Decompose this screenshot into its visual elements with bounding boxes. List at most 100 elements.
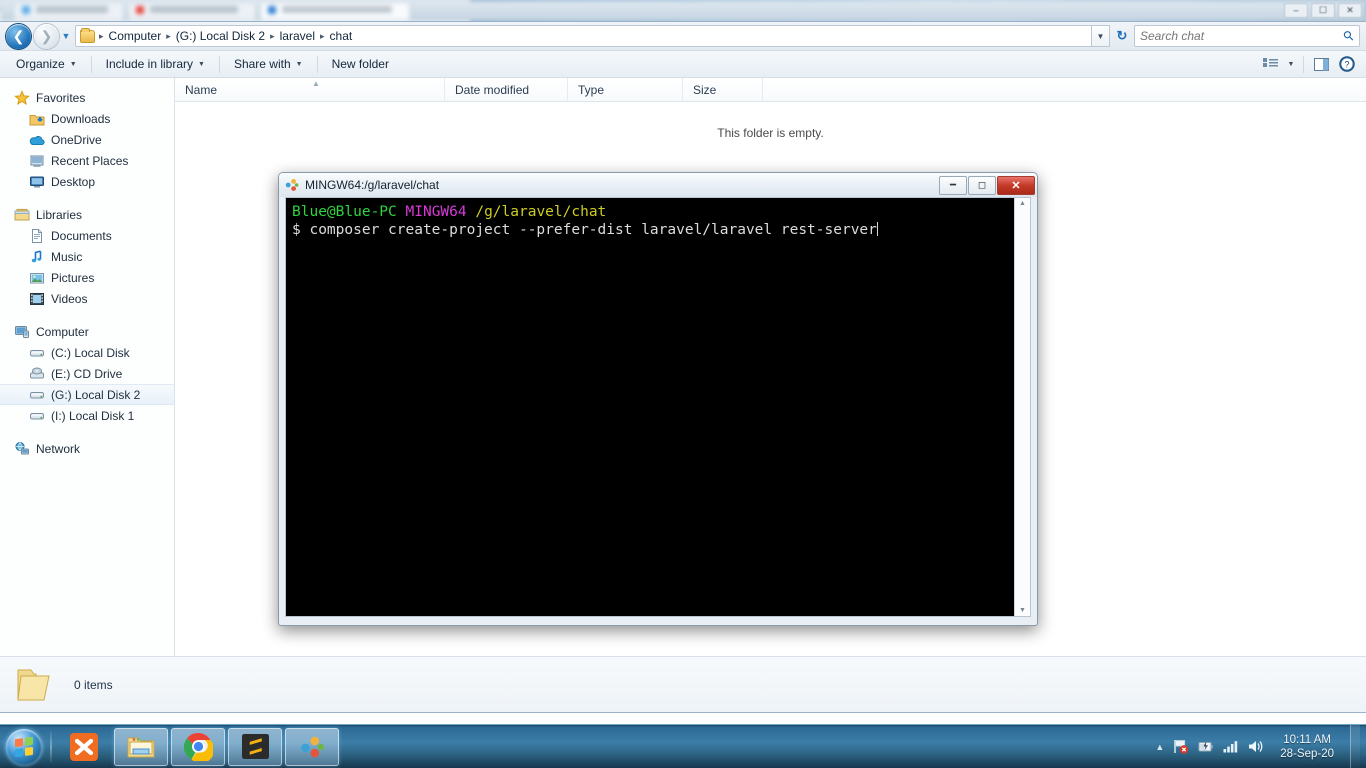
search-box[interactable]: ⚲ xyxy=(1134,25,1360,47)
background-browser-tabstrip xyxy=(0,0,1366,22)
terminal-scrollbar[interactable]: ▲ ▼ xyxy=(1014,198,1030,616)
terminal-close-button[interactable]: ✕ xyxy=(997,175,1035,195)
bg-minimize-button[interactable]: – xyxy=(1284,2,1308,18)
clock-time: 10:11 AM xyxy=(1283,733,1332,746)
refresh-icon[interactable]: ↻ xyxy=(1110,25,1134,47)
sidebar-label: Desktop xyxy=(51,174,96,189)
organize-button[interactable]: Organize ▼ xyxy=(6,54,87,75)
sidebar-item-favorites[interactable]: Favorites xyxy=(0,87,174,108)
share-with-button[interactable]: Share with ▼ xyxy=(224,54,313,75)
sidebar-label: (G:) Local Disk 2 xyxy=(51,387,141,402)
terminal-maximize-button[interactable]: ◻ xyxy=(968,175,996,195)
sidebar-label: Documents xyxy=(51,228,112,243)
status-bar: 0 items xyxy=(0,656,1366,712)
column-header-date-modified[interactable]: Date modified xyxy=(445,77,568,102)
drive-icon xyxy=(29,408,45,424)
preview-pane-button[interactable] xyxy=(1308,54,1334,75)
sidebar-item-desktop[interactable]: Desktop xyxy=(0,171,174,192)
sidebar-item-videos[interactable]: Videos xyxy=(0,288,174,309)
show-hidden-icons-button[interactable]: ▲ xyxy=(1155,742,1164,752)
sidebar-label: Music xyxy=(51,249,83,264)
terminal-body[interactable]: Blue@Blue-PC MINGW64 /g/laravel/chat $ c… xyxy=(285,197,1031,617)
action-center-icon[interactable] xyxy=(1172,738,1189,755)
clock-date: 28-Sep-20 xyxy=(1280,747,1334,760)
battery-icon[interactable] xyxy=(1197,738,1214,755)
column-header-type[interactable]: Type xyxy=(568,77,683,102)
column-label: Size xyxy=(693,82,717,97)
bg-close-button[interactable]: ✕ xyxy=(1338,2,1362,18)
mingw64-terminal-window[interactable]: MINGW64:/g/laravel/chat ━ ◻ ✕ Blue@Blue-… xyxy=(278,172,1038,626)
desktop-icon xyxy=(29,174,45,190)
sidebar-item-recent-places[interactable]: Recent Places xyxy=(0,150,174,171)
start-button[interactable] xyxy=(0,726,48,768)
terminal-screen[interactable]: Blue@Blue-PC MINGW64 /g/laravel/chat $ c… xyxy=(286,198,1014,616)
breadcrumb[interactable]: ▸ Computer ▸ (G:) Local Disk 2 ▸ laravel… xyxy=(75,25,1092,47)
scroll-up-icon[interactable]: ▲ xyxy=(1019,200,1026,207)
help-button[interactable]: ? xyxy=(1334,54,1360,75)
breadcrumb-item-computer[interactable]: Computer xyxy=(105,27,166,45)
terminal-cursor xyxy=(876,221,878,236)
new-folder-button[interactable]: New folder xyxy=(322,54,399,75)
taskbar-item-explorer[interactable] xyxy=(114,727,168,766)
breadcrumb-item-laravel[interactable]: laravel xyxy=(276,27,319,45)
search-input[interactable] xyxy=(1140,29,1345,43)
sidebar-label: OneDrive xyxy=(51,132,102,147)
show-desktop-button[interactable] xyxy=(1350,724,1360,768)
taskbar-item-xampp[interactable] xyxy=(57,728,111,766)
clock[interactable]: 10:11 AM 28-Sep-20 xyxy=(1272,733,1342,761)
sidebar-item-local-disk-c[interactable]: (C:) Local Disk xyxy=(0,342,174,363)
sidebar-item-local-disk-i[interactable]: (I:) Local Disk 1 xyxy=(0,405,174,426)
terminal-minimize-button[interactable]: ━ xyxy=(939,175,967,195)
history-dropdown-icon[interactable]: ▼ xyxy=(59,31,73,41)
sidebar-item-music[interactable]: Music xyxy=(0,246,174,267)
forward-button[interactable]: ❯ xyxy=(34,23,59,49)
new-folder-label: New folder xyxy=(331,57,389,71)
sidebar-item-downloads[interactable]: Downloads xyxy=(0,108,174,129)
address-bar: ❮ ❯ ▼ ▸ Computer ▸ (G:) Local Disk 2 ▸ l… xyxy=(0,22,1366,51)
sidebar-item-computer[interactable]: Computer xyxy=(0,321,174,342)
column-header-row: Name Date modified Type Size ▲ xyxy=(175,77,1366,102)
view-dropdown-button[interactable]: ▼ xyxy=(1283,54,1299,75)
scroll-down-icon[interactable]: ▼ xyxy=(1019,607,1026,614)
taskbar-divider xyxy=(50,730,52,763)
libraries-icon xyxy=(14,207,30,223)
column-header-size[interactable]: Size xyxy=(683,77,763,102)
terminal-title-bar[interactable]: MINGW64:/g/laravel/chat ━ ◻ ✕ xyxy=(279,173,1037,197)
sidebar-item-local-disk-g[interactable]: (G:) Local Disk 2 xyxy=(0,384,174,405)
pictures-icon xyxy=(29,270,45,286)
taskbar-item-git-bash[interactable] xyxy=(285,727,339,766)
column-label: Type xyxy=(578,82,605,97)
address-dropdown-icon[interactable]: ▼ xyxy=(1092,25,1110,47)
toolbar-divider xyxy=(218,55,220,73)
background-browser-window-controls[interactable]: – ☐ ✕ xyxy=(1274,1,1362,19)
folder-icon xyxy=(14,665,56,705)
breadcrumb-item-chat[interactable]: chat xyxy=(326,27,357,45)
taskbar-item-sublime-text[interactable] xyxy=(228,727,282,766)
sidebar-item-pictures[interactable]: Pictures xyxy=(0,267,174,288)
documents-icon xyxy=(29,228,45,244)
network-signal-icon[interactable] xyxy=(1222,738,1239,755)
include-in-library-button[interactable]: Include in library ▼ xyxy=(96,54,215,75)
sidebar-item-onedrive[interactable]: OneDrive xyxy=(0,129,174,150)
terminal-prompt-path: /g/laravel/chat xyxy=(475,204,607,220)
sidebar-item-cd-drive-e[interactable]: (E:) CD Drive xyxy=(0,363,174,384)
sidebar-item-network[interactable]: Network xyxy=(0,438,174,459)
sidebar-item-libraries[interactable]: Libraries xyxy=(0,204,174,225)
share-with-label: Share with xyxy=(233,57,291,71)
terminal-command-line: $ composer create-project --prefer-dist … xyxy=(292,221,877,238)
column-header-name[interactable]: Name xyxy=(175,77,445,102)
organize-label: Organize xyxy=(16,57,65,71)
volume-icon[interactable] xyxy=(1247,738,1264,755)
navigation-pane: Favorites Downloads OneDrive Recent Plac… xyxy=(0,78,175,656)
include-in-library-label: Include in library xyxy=(105,57,194,71)
bg-restore-button[interactable]: ☐ xyxy=(1311,2,1335,18)
system-tray: ▲ 10:11 AM 28-Sep-20 xyxy=(1155,724,1366,768)
taskbar-item-chrome[interactable] xyxy=(171,727,225,766)
breadcrumb-item-drive[interactable]: (G:) Local Disk 2 xyxy=(172,27,269,45)
toolbar-right-group: ▼ ? xyxy=(1257,54,1360,75)
explorer-icon xyxy=(127,737,155,757)
back-button[interactable]: ❮ xyxy=(6,23,31,49)
sublime-text-icon xyxy=(241,733,269,760)
sidebar-item-documents[interactable]: Documents xyxy=(0,225,174,246)
change-view-button[interactable] xyxy=(1257,54,1283,75)
